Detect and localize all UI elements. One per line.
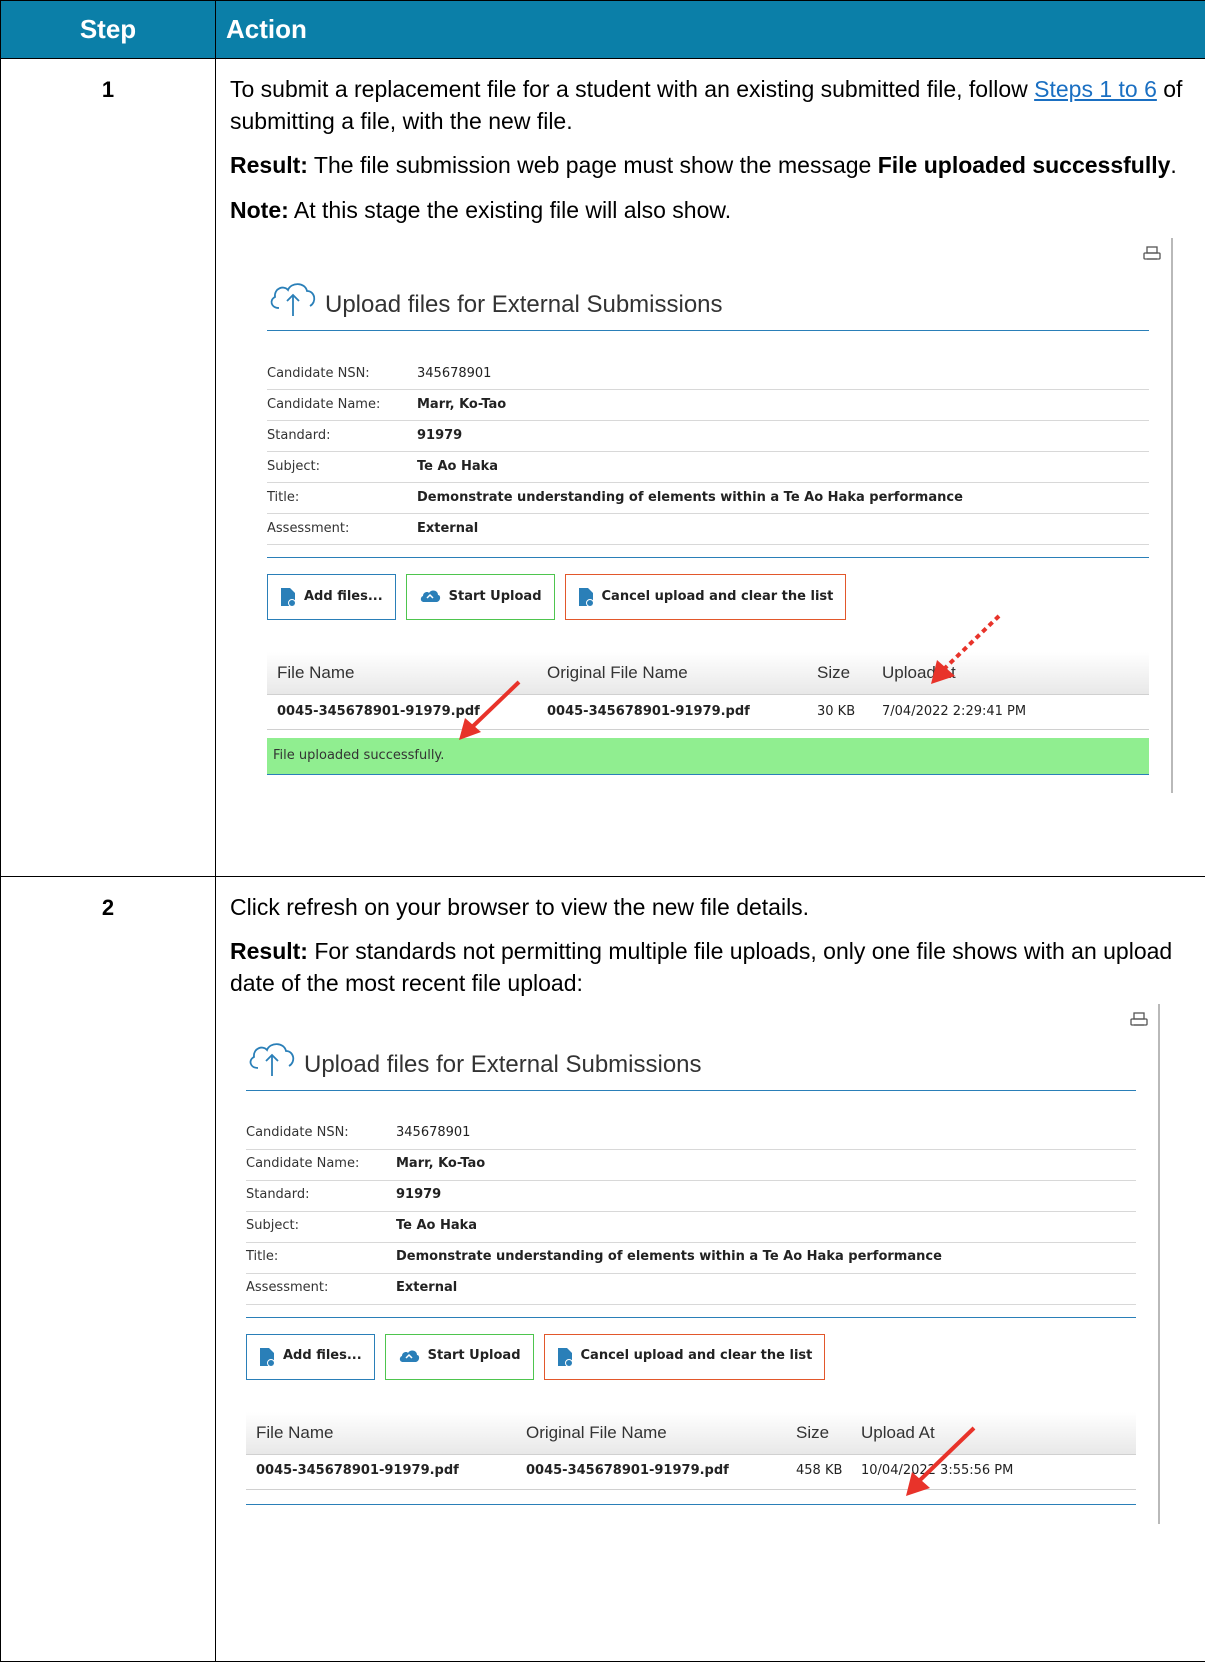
- upload-buttons: Add files... Start Upload Cancel upload …: [267, 574, 1171, 620]
- file-table: File NameOriginal File NameSizeUpload At…: [267, 652, 1149, 730]
- upload-buttons: Add files... Start Upload Cancel upload …: [246, 1334, 1158, 1380]
- file-row: 0045-345678901-91979.pdf0045-345678901-9…: [267, 695, 1149, 730]
- header-step: Step: [1, 1, 216, 59]
- candidate-details: Candidate NSN:345678901 Candidate Name:M…: [267, 359, 1149, 545]
- steps-link[interactable]: Steps 1 to 6: [1034, 76, 1157, 102]
- header-action: Action: [216, 1, 1205, 59]
- file-cancel-icon: [578, 587, 594, 607]
- cloud-upload-icon: [398, 1349, 420, 1365]
- cancel-upload-button[interactable]: Cancel upload and clear the list: [565, 574, 847, 620]
- file-add-icon: [280, 587, 296, 607]
- screenshot-refreshed: Upload files for External Submissions Ca…: [230, 1004, 1160, 1524]
- cancel-upload-button[interactable]: Cancel upload and clear the list: [544, 1334, 826, 1380]
- file-add-icon: [259, 1347, 275, 1367]
- step-action: Click refresh on your browser to view th…: [216, 877, 1205, 1662]
- file-row: 0045-345678901-91979.pdf0045-345678901-9…: [246, 1455, 1136, 1490]
- file-table-header: File NameOriginal File NameSizeUpload At: [267, 652, 1149, 695]
- add-files-button[interactable]: Add files...: [267, 574, 396, 620]
- start-upload-button[interactable]: Start Upload: [406, 574, 555, 620]
- start-upload-button[interactable]: Start Upload: [385, 1334, 534, 1380]
- file-cancel-icon: [557, 1347, 573, 1367]
- result-text: Result: For standards not permitting mul…: [230, 935, 1187, 999]
- upload-title: Upload files for External Submissions: [304, 1048, 702, 1082]
- cloud-upload-icon: [246, 1038, 298, 1078]
- detail-row: Subject:Te Ao Haka: [267, 452, 1149, 483]
- divider: [246, 1317, 1136, 1318]
- note-text: Note: At this stage the existing file wi…: [230, 194, 1187, 226]
- cloud-upload-icon: [419, 589, 441, 605]
- step-number: 2: [1, 877, 216, 1662]
- step-action: To submit a replacement file for a stude…: [216, 59, 1205, 877]
- step-number: 1: [1, 59, 216, 877]
- instruction-text: Click refresh on your browser to view th…: [230, 891, 1187, 923]
- cloud-upload-icon: [267, 278, 319, 318]
- detail-row: Assessment:External: [267, 514, 1149, 545]
- file-table: File NameOriginal File NameSizeUpload At…: [246, 1412, 1136, 1490]
- upload-header: Upload files for External Submissions: [267, 278, 1149, 331]
- detail-row: Candidate NSN:345678901: [267, 359, 1149, 390]
- printer-icon[interactable]: [1143, 246, 1161, 262]
- printer-icon[interactable]: [1130, 1012, 1148, 1028]
- candidate-details: Candidate NSN:345678901 Candidate Name:M…: [246, 1119, 1136, 1305]
- detail-row: Standard:91979: [267, 421, 1149, 452]
- divider: [267, 557, 1149, 558]
- detail-row: Standard:91979: [246, 1181, 1136, 1212]
- upload-title: Upload files for External Submissions: [325, 288, 723, 322]
- detail-row: Assessment:External: [246, 1274, 1136, 1305]
- file-table-header: File NameOriginal File NameSizeUpload At: [246, 1412, 1136, 1455]
- detail-row: Subject:Te Ao Haka: [246, 1212, 1136, 1243]
- add-files-button[interactable]: Add files...: [246, 1334, 375, 1380]
- result-text: Result: The file submission web page mus…: [230, 149, 1187, 181]
- screenshot-upload-success: Upload files for External Submissions Ca…: [255, 238, 1173, 793]
- detail-row: Candidate Name:Marr, Ko-Tao: [246, 1150, 1136, 1181]
- detail-row: Candidate Name:Marr, Ko-Tao: [267, 390, 1149, 421]
- instruction-table: Step Action 1 To submit a replacement fi…: [0, 0, 1205, 1662]
- upload-header: Upload files for External Submissions: [246, 1038, 1136, 1091]
- divider: [246, 1504, 1136, 1505]
- detail-row: Title:Demonstrate understanding of eleme…: [267, 483, 1149, 514]
- detail-row: Title:Demonstrate understanding of eleme…: [246, 1243, 1136, 1274]
- success-message: File uploaded successfully.: [267, 738, 1149, 775]
- instruction-text: To submit a replacement file for a stude…: [230, 73, 1187, 137]
- detail-row: Candidate NSN:345678901: [246, 1119, 1136, 1150]
